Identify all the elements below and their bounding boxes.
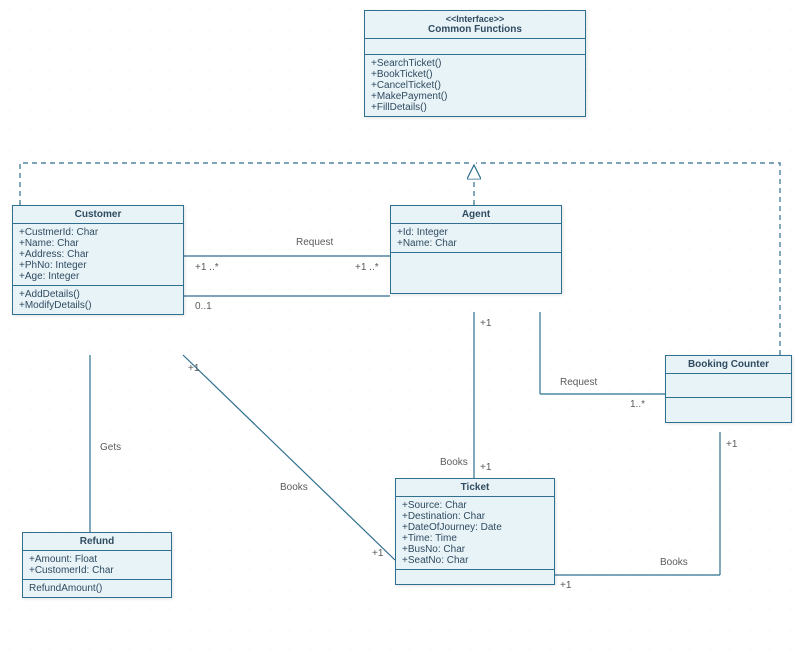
customer-attr: +Address: Char [19, 249, 177, 260]
agent-title: Agent [391, 206, 561, 224]
class-interface-common-functions[interactable]: <<Interface>> Common Functions +SearchTi… [364, 10, 586, 117]
mult-bc-ticket-top: +1 [726, 439, 738, 450]
interface-method: +CancelTicket() [371, 80, 579, 91]
refund-attr: +CustomerId: Char [29, 565, 165, 576]
label-books-cust: Books [280, 482, 308, 493]
ticket-attr: +Destination: Char [402, 511, 548, 522]
class-ticket[interactable]: Ticket +Source: Char +Destination: Char … [395, 478, 555, 585]
label-gets: Gets [100, 442, 121, 453]
interface-method: +BookTicket() [371, 69, 579, 80]
mult-cust-agent-right: +1 ..* [355, 262, 379, 273]
customer-method: +AddDetails() [19, 289, 177, 300]
interface-method: +MakePayment() [371, 91, 579, 102]
interface-method: +SearchTicket() [371, 58, 579, 69]
interface-title: Common Functions [371, 24, 579, 35]
ticket-title: Ticket [396, 479, 554, 497]
customer-attr: +Age: Integer [19, 271, 177, 282]
agent-attr: +Name: Char [397, 238, 555, 249]
mult-cust-ticket-top: +1 [188, 363, 200, 374]
mult-cust-ticket-bot: +1 [372, 548, 384, 559]
customer-title: Customer [13, 206, 183, 224]
customer-attr: +PhNo: Integer [19, 260, 177, 271]
ticket-attr: +DateOfJourney: Date [402, 522, 548, 533]
customer-attr: +CustmerId: Char [19, 227, 177, 238]
customer-method: +ModifyDetails() [19, 300, 177, 311]
class-agent[interactable]: Agent +Id: Integer +Name: Char [390, 205, 562, 294]
agent-attr: +Id: Integer [397, 227, 555, 238]
label-request-2: Request [560, 377, 597, 388]
mult-agent-bc: 1..* [630, 399, 645, 410]
label-books-agent: Books [440, 457, 468, 468]
mult-cust-agent2-left: 0..1 [195, 301, 212, 312]
refund-attr: +Amount: Float [29, 554, 165, 565]
mult-agent-ticket-bot: +1 [480, 462, 492, 473]
label-books-bc: Books [660, 557, 688, 568]
ticket-attr: +SeatNo: Char [402, 555, 548, 566]
mult-cust-agent-left: +1 ..* [195, 262, 219, 273]
customer-attr: +Name: Char [19, 238, 177, 249]
class-booking-counter[interactable]: Booking Counter [665, 355, 792, 423]
ticket-attr: +BusNo: Char [402, 544, 548, 555]
label-request-1: Request [296, 237, 333, 248]
mult-agent-ticket-top: +1 [480, 318, 492, 329]
mult-bc-ticket-left: +1 [560, 580, 572, 591]
refund-method: RefundAmount() [29, 583, 165, 594]
class-customer[interactable]: Customer +CustmerId: Char +Name: Char +A… [12, 205, 184, 315]
interface-stereotype: <<Interface>> [371, 14, 579, 24]
class-refund[interactable]: Refund +Amount: Float +CustomerId: Char … [22, 532, 172, 598]
ticket-attr: +Time: Time [402, 533, 548, 544]
interface-method: +FillDetails() [371, 102, 579, 113]
refund-title: Refund [23, 533, 171, 551]
ticket-attr: +Source: Char [402, 500, 548, 511]
booking-counter-title: Booking Counter [666, 356, 791, 374]
